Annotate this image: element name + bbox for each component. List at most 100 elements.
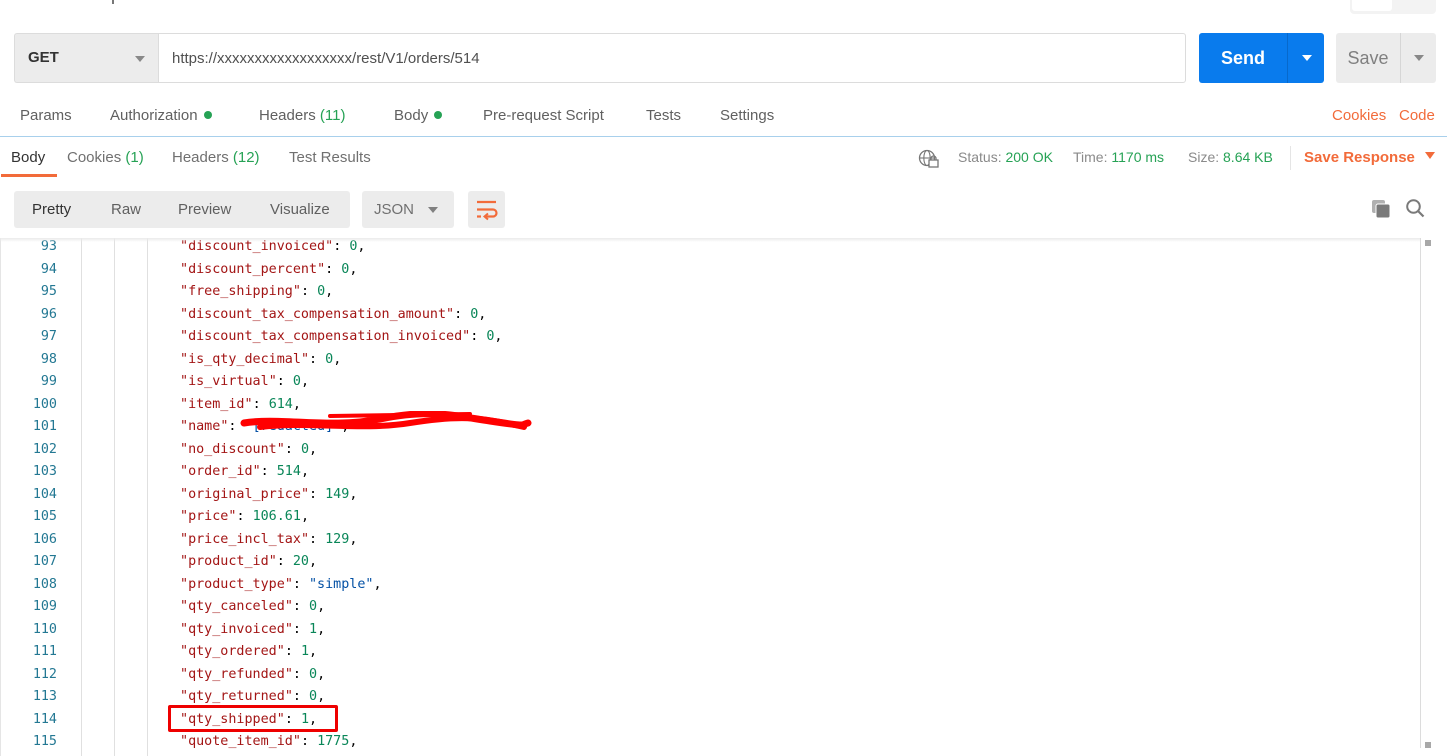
line-number: 109 xyxy=(32,599,57,614)
quote: " xyxy=(292,734,301,749)
scrollbar-track[interactable] xyxy=(1420,238,1421,748)
view-mode-preview[interactable]: Preview xyxy=(178,201,231,218)
tab-label: Cookies xyxy=(67,149,122,166)
line-number: 105 xyxy=(32,509,57,524)
json-key: qty_invoiced xyxy=(188,621,285,637)
colon: : xyxy=(454,306,471,322)
line-number: 108 xyxy=(32,576,57,592)
colon: : xyxy=(325,261,342,277)
send-options-button[interactable] xyxy=(1287,33,1324,83)
quote: " xyxy=(180,576,189,592)
cookies-link[interactable]: Cookies xyxy=(1332,107,1386,124)
url-input[interactable] xyxy=(158,33,1186,83)
colon: : xyxy=(292,621,309,637)
quote: " xyxy=(180,351,189,367)
quote: " xyxy=(180,329,189,344)
wrap-lines-button[interactable] xyxy=(468,191,505,228)
quote: " xyxy=(180,464,189,479)
line-number: 99 xyxy=(40,374,57,389)
code-link[interactable]: Code xyxy=(1399,107,1435,124)
quote: " xyxy=(446,306,455,322)
line-number: 94 xyxy=(40,261,57,277)
tab-settings[interactable]: Settings xyxy=(720,107,774,124)
send-button[interactable]: Send xyxy=(1199,33,1287,83)
code-text: "price_incl_tax": 129, xyxy=(180,529,357,551)
partially-hidden-button[interactable] xyxy=(1350,0,1436,14)
quote: " xyxy=(284,689,293,704)
tab-label: Pre-request Script xyxy=(483,107,604,124)
save-button-group: Save xyxy=(1336,33,1436,83)
code-line: 96 "discount_tax_compensation_amount": 0, xyxy=(1,304,1420,326)
save-button[interactable]: Save xyxy=(1336,33,1400,83)
json-value: "simple" xyxy=(309,576,374,592)
quote: " xyxy=(180,396,189,412)
json-value: 0 xyxy=(317,284,326,299)
line-number: 107 xyxy=(32,554,57,569)
request-url-bar: GET Send Save xyxy=(14,33,1444,83)
status-value: 200 OK xyxy=(1005,149,1053,165)
method-select[interactable]: GET xyxy=(14,33,158,83)
code-line: 107 "product_id": 20, xyxy=(1,551,1420,573)
tab-params[interactable]: Params xyxy=(20,107,72,124)
quote: " xyxy=(284,621,293,637)
response-tab-headers[interactable]: Headers (12) xyxy=(172,149,260,166)
code-line: 109 "qty_canceled": 0, xyxy=(1,596,1420,618)
globe-lock-icon[interactable] xyxy=(918,149,940,169)
code-text: "qty_ordered": 1, xyxy=(180,641,317,663)
tab-pre-request-script[interactable]: Pre-request Script xyxy=(483,107,604,124)
quote: " xyxy=(268,554,277,569)
response-tab-test-results[interactable]: Test Results xyxy=(289,149,371,166)
quote: " xyxy=(180,284,189,299)
line-number: 112 xyxy=(32,666,57,682)
quote: " xyxy=(180,486,189,502)
code-text: "product_type": "simple", xyxy=(180,574,382,596)
view-mode-raw[interactable]: Raw xyxy=(111,201,141,218)
quote: " xyxy=(180,509,189,524)
active-tab-indicator xyxy=(1,174,57,177)
search-icon[interactable] xyxy=(1405,198,1425,218)
code-line: 103 "order_id": 514, xyxy=(1,461,1420,483)
code-text: "price": 106.61, xyxy=(180,506,309,528)
line-number: 100 xyxy=(32,396,57,412)
quote: " xyxy=(180,734,189,749)
scroll-down-arrow[interactable] xyxy=(1425,742,1431,748)
json-key: free_shipping xyxy=(188,284,293,299)
comma: , xyxy=(325,284,334,299)
view-mode-visualize[interactable]: Visualize xyxy=(270,201,330,218)
json-key: name xyxy=(188,419,221,434)
code-line: 99 "is_virtual": 0, xyxy=(1,371,1420,393)
tab-headers[interactable]: Headers (11) xyxy=(259,107,345,124)
scroll-up-arrow[interactable] xyxy=(1425,240,1431,246)
format-label: JSON xyxy=(374,201,415,218)
view-mode-pretty[interactable]: Pretty xyxy=(32,201,71,218)
tab-authorization[interactable]: Authorization xyxy=(110,107,212,124)
quote: " xyxy=(276,644,285,659)
save-response-button[interactable]: Save Response xyxy=(1304,149,1435,166)
code-text: "free_shipping": 0, xyxy=(180,281,333,303)
colon: : xyxy=(284,644,301,659)
json-value: 0 xyxy=(292,374,301,389)
top-strip xyxy=(0,0,1447,22)
tab-body[interactable]: Body xyxy=(394,107,443,124)
colon: : xyxy=(260,464,277,479)
code-text: "product_id": 20, xyxy=(180,551,317,573)
save-options-button[interactable] xyxy=(1400,33,1436,83)
line-number: 101 xyxy=(32,419,57,434)
partially-hidden-button-left[interactable] xyxy=(1352,0,1392,11)
json-key: discount_tax_compensation_amount xyxy=(188,306,447,322)
json-value: 106.61 xyxy=(252,509,301,524)
response-tab-body[interactable]: Body xyxy=(11,149,45,166)
colon: : xyxy=(309,531,326,547)
quote: " xyxy=(180,621,189,637)
json-value: 0 xyxy=(325,351,334,367)
code-line: 98 "is_qty_decimal": 0, xyxy=(1,349,1420,371)
response-body-editor[interactable]: 93 "discount_invoiced": 0, 94 "discount_per… xyxy=(0,238,1420,756)
response-tab-cookies[interactable]: Cookies (1) xyxy=(67,149,144,166)
colon: : xyxy=(276,554,293,569)
tab-tests[interactable]: Tests xyxy=(646,107,681,124)
copy-icon[interactable] xyxy=(1371,199,1391,219)
vertical-scrollbar[interactable] xyxy=(1420,238,1447,756)
format-select[interactable]: JSON xyxy=(362,191,454,228)
quote: " xyxy=(180,374,189,389)
chevron-down-icon xyxy=(428,207,438,213)
